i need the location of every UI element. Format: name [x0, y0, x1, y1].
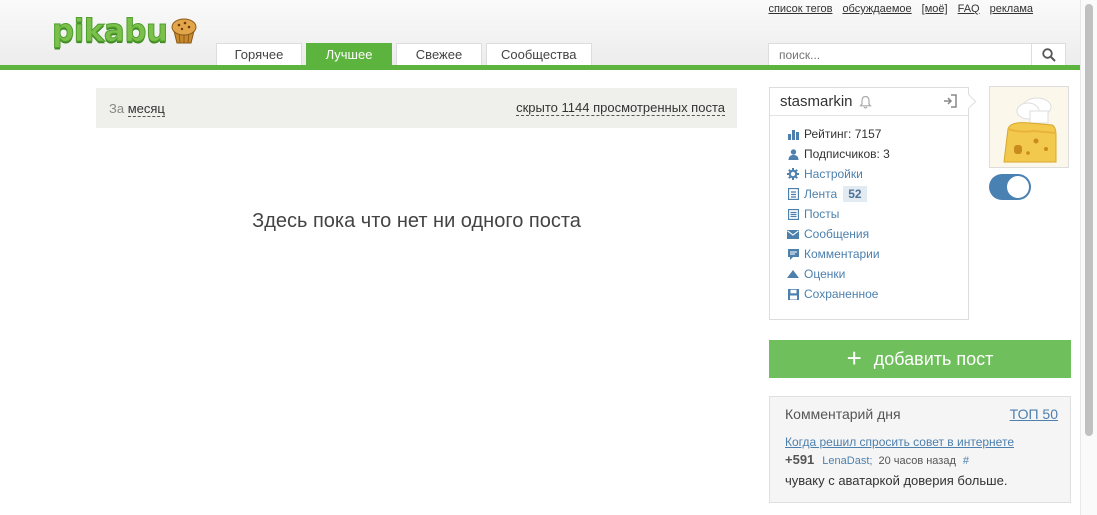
menu-item-messages[interactable]: Сообщения — [787, 224, 968, 244]
pikabu-logo[interactable]: pikabu — [52, 10, 198, 52]
menu-item-feed[interactable]: Лента 52 — [787, 184, 968, 204]
subscribers-text: Подписчиков: 3 — [804, 147, 890, 161]
search-box — [768, 43, 1066, 66]
user-menu: Рейтинг: 7157 Подписчиков: 3 Настройки Л… — [770, 116, 968, 304]
menu-item-comments[interactable]: Комментарии — [787, 244, 968, 264]
user-avatar[interactable] — [989, 86, 1069, 168]
period-select[interactable]: месяц — [127, 100, 165, 117]
feed-icon — [787, 188, 799, 200]
search-input[interactable] — [769, 44, 1031, 66]
tab-hot[interactable]: Горячее — [216, 43, 302, 65]
menu-item-ratings[interactable]: Оценки — [787, 264, 968, 284]
comment-time: 20 часов назад — [878, 455, 956, 467]
rating-chart-icon — [787, 128, 799, 140]
user-panel-header: stasmarkin — [770, 88, 968, 116]
logo-text: pikabu — [52, 13, 169, 50]
menu-label-settings: Настройки — [804, 167, 863, 181]
search-icon — [1041, 48, 1056, 62]
rating-item: Рейтинг: 7157 — [787, 124, 968, 144]
plus-icon: + — [846, 343, 862, 373]
menu-label-posts: Посты — [804, 207, 840, 221]
site-header: pikabu список тегов обсуждаемое [моё] FA… — [0, 0, 1080, 66]
menu-item-saved[interactable]: Сохраненное — [787, 284, 968, 304]
period-filter: За месяц — [109, 100, 165, 117]
comment-of-day-title: Комментарий дня — [785, 406, 901, 422]
toggle-knob — [1007, 176, 1029, 198]
discussed-link[interactable]: обсуждаемое — [842, 3, 911, 15]
tab-fresh[interactable]: Свежее — [396, 43, 482, 65]
menu-label-comments: Комментарии — [804, 247, 880, 261]
period-prefix: За — [109, 100, 125, 116]
menu-label-messages: Сообщения — [804, 227, 870, 241]
menu-label-ratings: Оценки — [804, 267, 846, 281]
rating-text: Рейтинг: 7157 — [804, 127, 882, 141]
top-links: список тегов обсуждаемое [моё] FAQ рекла… — [768, 3, 1033, 15]
comment-icon — [787, 248, 799, 260]
empty-message: Здесь пока что нет ни одного поста — [252, 210, 581, 232]
hidden-posts-link[interactable]: скрыто 1144 просмотренных поста — [516, 100, 725, 116]
add-post-button[interactable]: + добавить пост — [769, 340, 1071, 378]
comment-meta: +591 LenaDast; 20 часов назад # — [785, 452, 1058, 467]
main-tabs: Горячее Лучшее Свежее Сообщества — [216, 43, 592, 65]
comment-post-link[interactable]: Когда решил спросить совет в интернете — [785, 435, 1058, 449]
save-icon — [787, 288, 799, 300]
bell-icon[interactable] — [858, 95, 872, 109]
envelope-icon — [787, 228, 799, 240]
menu-label-saved: Сохраненное — [804, 287, 879, 301]
tab-communities[interactable]: Сообщества — [486, 43, 592, 65]
menu-label-feed: Лента — [804, 187, 838, 201]
user-icon — [787, 148, 799, 160]
comment-text: чуваку с аватаркой доверия больше. — [785, 473, 1008, 488]
top50-link[interactable]: ТОП 50 — [1010, 406, 1058, 422]
comment-author[interactable]: LenaDast; — [822, 455, 872, 467]
feed-count-badge: 52 — [843, 186, 867, 202]
muffin-icon — [171, 18, 197, 44]
menu-item-settings[interactable]: Настройки — [787, 164, 968, 184]
ads-link[interactable]: реклама — [990, 3, 1033, 15]
faq-link[interactable]: FAQ — [958, 3, 980, 15]
user-panel: stasmarkin Рейтинг: 7157 Подписчиков: 3 … — [769, 87, 969, 320]
rating-arrow-icon — [787, 268, 799, 280]
logout-icon[interactable] — [942, 93, 958, 109]
tags-list-link[interactable]: список тегов — [768, 3, 832, 15]
comment-permalink[interactable]: # — [963, 455, 969, 467]
menu-item-posts[interactable]: Посты — [787, 204, 968, 224]
subscribers-item: Подписчиков: 3 — [787, 144, 968, 164]
comment-of-day: Комментарий дня ТОП 50 Когда решил спрос… — [769, 396, 1071, 503]
comment-of-day-header: Комментарий дня ТОП 50 — [785, 406, 1058, 422]
scrollbar-thumb[interactable] — [1085, 4, 1093, 436]
gear-icon — [787, 168, 799, 180]
tab-best[interactable]: Лучшее — [306, 43, 392, 65]
mine-link[interactable]: [моё] — [922, 3, 948, 15]
posts-icon — [787, 208, 799, 220]
add-post-label: добавить пост — [873, 348, 994, 369]
header-green-bar — [0, 65, 1080, 70]
theme-toggle[interactable] — [989, 174, 1031, 200]
username[interactable]: stasmarkin — [780, 93, 853, 110]
comment-score: +591 — [785, 452, 815, 467]
page-scrollbar[interactable] — [1080, 0, 1097, 515]
filter-bar: За месяц скрыто 1144 просмотренных поста — [96, 88, 737, 128]
search-button[interactable] — [1031, 44, 1065, 66]
